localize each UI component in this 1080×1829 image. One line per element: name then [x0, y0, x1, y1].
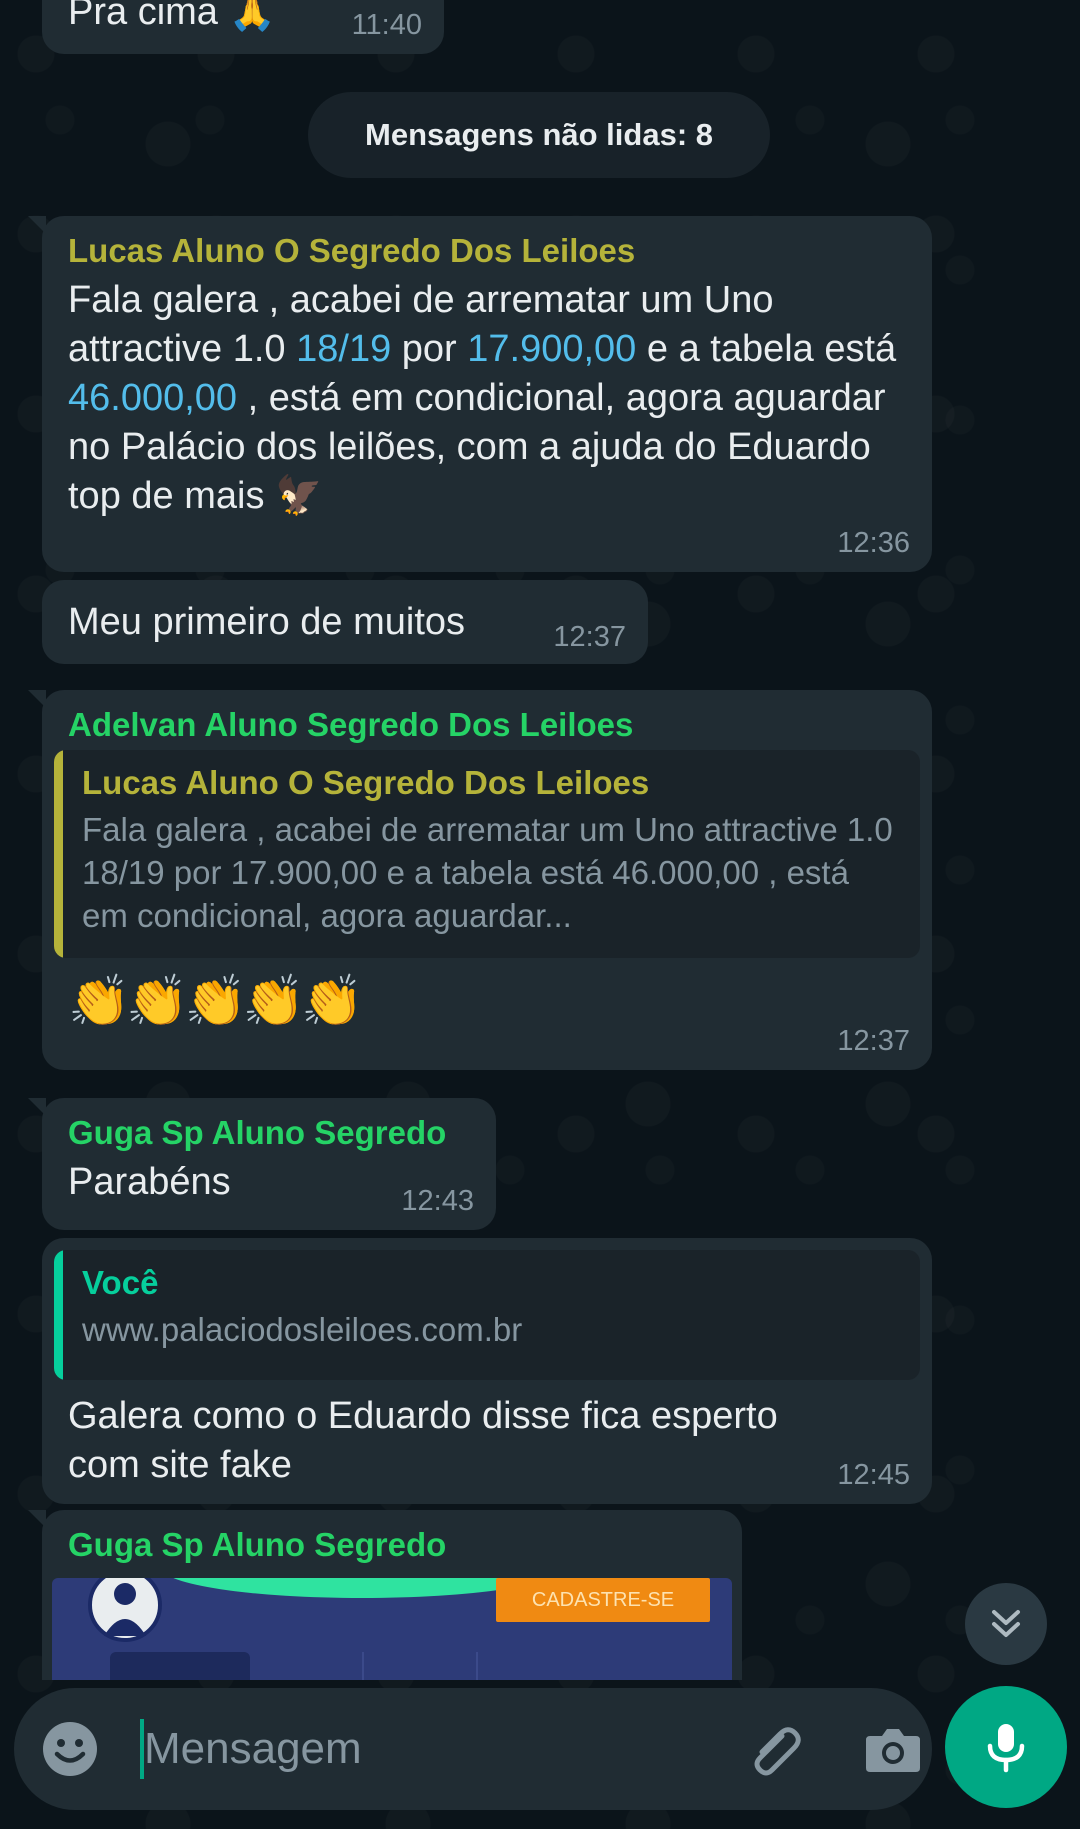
quoted-text: Fala galera , acabei de arrematar um Uno…	[82, 811, 893, 934]
message-text: Galera como o Eduardo disse fica esperto…	[68, 1395, 778, 1486]
message-time: 12:45	[837, 1459, 910, 1491]
quoted-message[interactable]: Você www.palaciodosleiloes.com.br	[54, 1250, 920, 1380]
image-divider	[476, 1652, 478, 1680]
camera-icon[interactable]	[860, 1716, 926, 1782]
message-text: Meu primeiro de muitos	[68, 601, 466, 643]
message-bubble-guga[interactable]: Guga Sp Aluno Segredo Parabéns 12:43	[28, 1098, 496, 1230]
message-time: 12:37	[553, 621, 626, 653]
message-bubble-guga-image[interactable]: Guga Sp Aluno Segredo CADASTRE-SE	[28, 1510, 742, 1680]
message-bubble-adelvan[interactable]: Adelvan Aluno Segredo Dos Leiloes Lucas …	[28, 690, 932, 1070]
sender-name[interactable]: Guga Sp Aluno Segredo	[68, 1114, 470, 1152]
emoji-icon[interactable]	[40, 1719, 100, 1779]
sender-name[interactable]: Lucas Aluno O Segredo Dos Leiloes	[68, 232, 906, 270]
paperclip-icon[interactable]	[742, 1716, 808, 1782]
number-link[interactable]: 18/19	[296, 328, 391, 370]
sender-name[interactable]: Adelvan Aluno Segredo Dos Leiloes	[54, 706, 920, 744]
message-composer	[14, 1688, 932, 1810]
message-bubble-own-first[interactable]: Meu primeiro de muitos 12:37	[42, 580, 648, 664]
quoted-message[interactable]: Lucas Aluno O Segredo Dos Leiloes Fala g…	[54, 750, 920, 958]
voice-message-button[interactable]	[945, 1686, 1067, 1808]
message-time: 11:40	[351, 9, 422, 41]
message-time: 12:36	[837, 527, 910, 559]
message-input[interactable]	[126, 1714, 706, 1784]
unread-messages-divider: Mensagens não lidas: 8	[308, 92, 770, 178]
logo-avatar	[88, 1578, 162, 1642]
quoted-sender: Lucas Aluno O Segredo Dos Leiloes	[82, 764, 650, 801]
message-time: 12:37	[837, 1025, 910, 1057]
double-chevron-down-icon	[992, 1610, 1020, 1637]
message-time: 12:43	[401, 1185, 474, 1217]
image-divider	[362, 1652, 364, 1680]
message-text: Fala galera , acabei de arrematar um Uno…	[68, 279, 897, 517]
number-link[interactable]: 17.900,00	[467, 328, 636, 370]
message-bubble-lucas[interactable]: Lucas Aluno O Segredo Dos Leiloes Fala g…	[28, 216, 932, 572]
message-list[interactable]: Pra cima 🙏 11:40 Mensagens não lidas: 8 …	[0, 0, 1080, 1680]
image-preview[interactable]: CADASTRE-SE	[52, 1578, 732, 1680]
scroll-to-bottom-button[interactable]	[965, 1583, 1047, 1665]
image-cadastre-button: CADASTRE-SE	[496, 1578, 710, 1622]
message-bubble-prev[interactable]: Pra cima 🙏 11:40	[42, 0, 444, 54]
quote-bar	[54, 1250, 63, 1380]
sender-name[interactable]: Guga Sp Aluno Segredo	[68, 1526, 716, 1564]
quoted-sender: Você	[82, 1264, 159, 1301]
message-text: 👏👏👏👏👏	[68, 973, 363, 1029]
microphone-icon	[987, 1724, 1025, 1773]
image-card	[110, 1652, 250, 1680]
number-link[interactable]: 46.000,00	[68, 377, 237, 419]
quoted-link[interactable]: www.palaciodosleiloes.com.br	[82, 1308, 902, 1351]
quote-bar	[54, 750, 63, 958]
message-bubble-reply-site[interactable]: Você www.palaciodosleiloes.com.br Galera…	[42, 1238, 932, 1504]
